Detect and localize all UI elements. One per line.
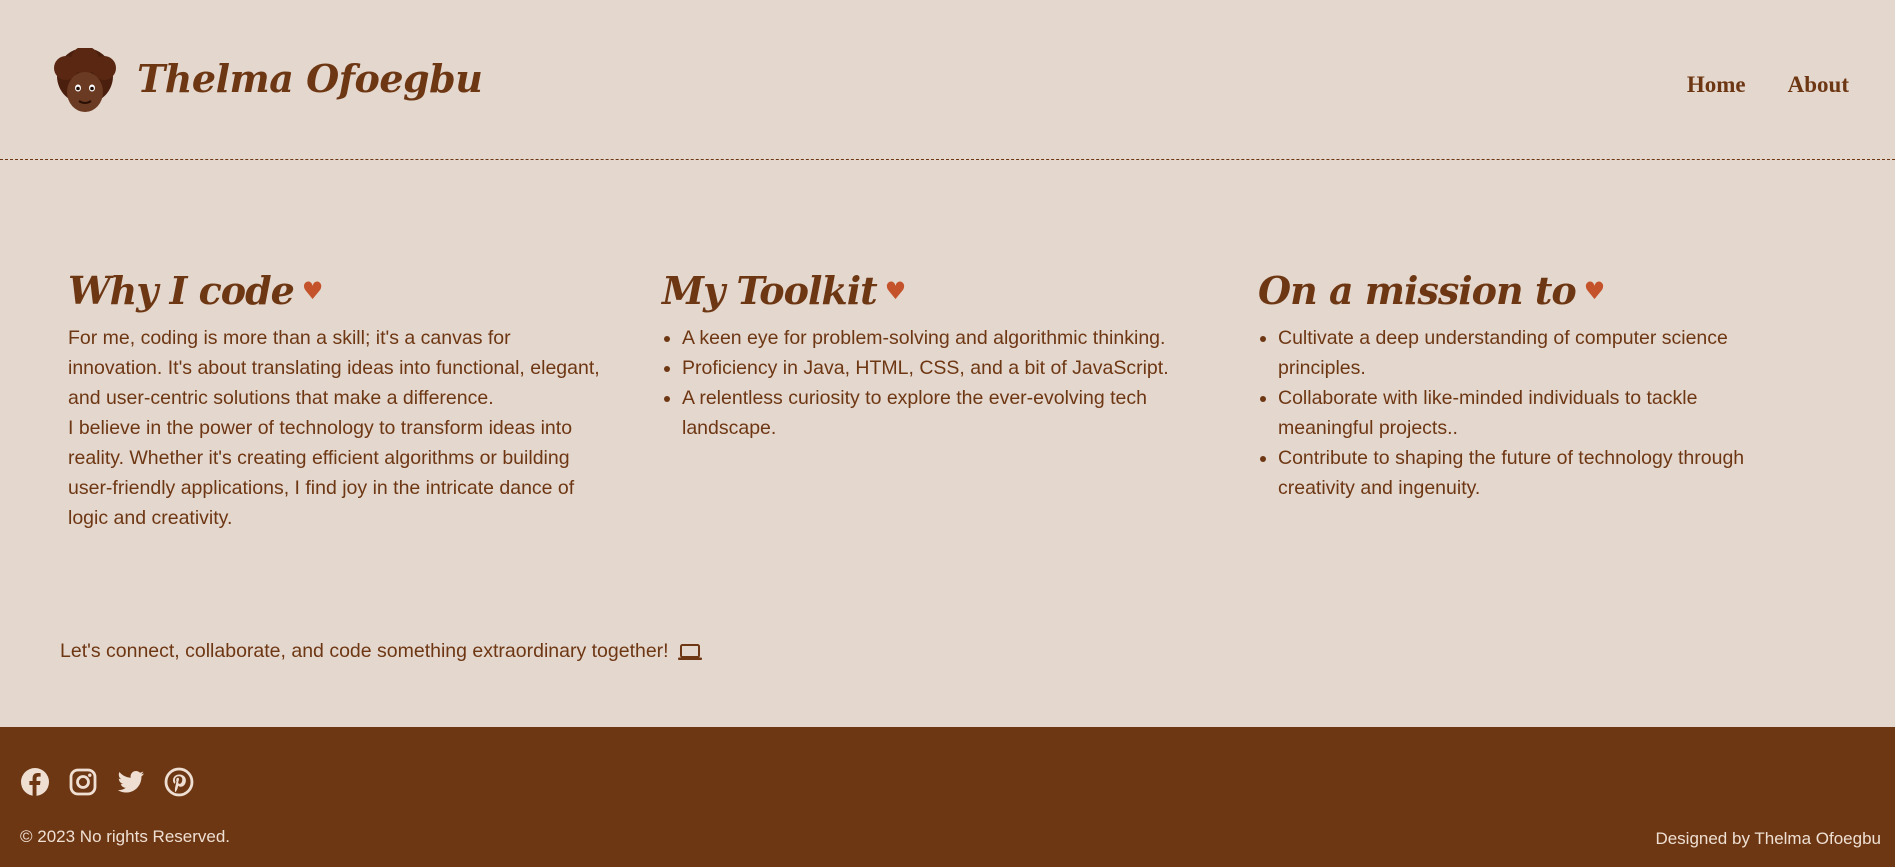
connect-message: Let's connect, collaborate, and code som… — [60, 640, 703, 663]
avatar — [54, 48, 116, 112]
twitter-icon[interactable] — [116, 767, 146, 797]
paragraph: I believe in the power of technology to … — [68, 417, 575, 529]
section-title: My Toolkit — [662, 268, 878, 313]
nav-home-link[interactable]: Home — [1687, 72, 1746, 98]
list-item: A relentless curiosity to explore the ev… — [682, 383, 1202, 443]
toolkit-section: My Toolkit ♥ A keen eye for problem-solv… — [662, 268, 1202, 443]
list-item: Cultivate a deep understanding of comput… — [1278, 323, 1798, 383]
designed-by-text: Designed by Thelma Ofoegbu — [1655, 829, 1881, 848]
why-i-code-section: Why I code ♥ For me, coding is more than… — [68, 268, 608, 533]
section-heading: My Toolkit ♥ — [662, 268, 1202, 313]
heart-icon: ♥ — [884, 276, 906, 305]
list-item: Collaborate with like-minded individuals… — [1278, 383, 1798, 443]
facebook-icon[interactable] — [20, 767, 50, 797]
site-footer: © 2023 No rights Reserved. Designed by T… — [0, 727, 1895, 867]
list-item: Contribute to shaping the future of tech… — [1278, 443, 1798, 503]
instagram-icon[interactable] — [68, 767, 98, 797]
section-title: On a mission to — [1258, 268, 1577, 313]
site-header: Thelma Ofoegbu Home About — [0, 0, 1895, 160]
connect-text: Let's connect, collaborate, and code som… — [60, 640, 669, 662]
main-nav: Home About — [1687, 72, 1849, 98]
copyright-text: © 2023 No rights Reserved. — [20, 827, 231, 846]
section-title: Why I code — [68, 268, 295, 313]
pinterest-icon[interactable] — [164, 767, 194, 797]
site-title[interactable]: Thelma Ofoegbu — [137, 56, 483, 101]
list-item: A keen eye for problem-solving and algor… — [682, 323, 1202, 353]
laptop-icon — [677, 643, 702, 660]
paragraph: For me, coding is more than a skill; it'… — [68, 327, 600, 409]
section-heading: On a mission to ♥ — [1258, 268, 1798, 313]
mission-list: Cultivate a deep understanding of comput… — [1258, 323, 1798, 503]
heart-icon: ♥ — [1583, 276, 1605, 305]
nav-about-link[interactable]: About — [1788, 72, 1849, 98]
social-links — [20, 767, 194, 797]
section-heading: Why I code ♥ — [68, 268, 608, 313]
list-item: Proficiency in Java, HTML, CSS, and a bi… — [682, 353, 1202, 383]
heart-icon: ♥ — [301, 276, 323, 305]
toolkit-list: A keen eye for problem-solving and algor… — [662, 323, 1202, 443]
mission-section: On a mission to ♥ Cultivate a deep under… — [1258, 268, 1798, 503]
